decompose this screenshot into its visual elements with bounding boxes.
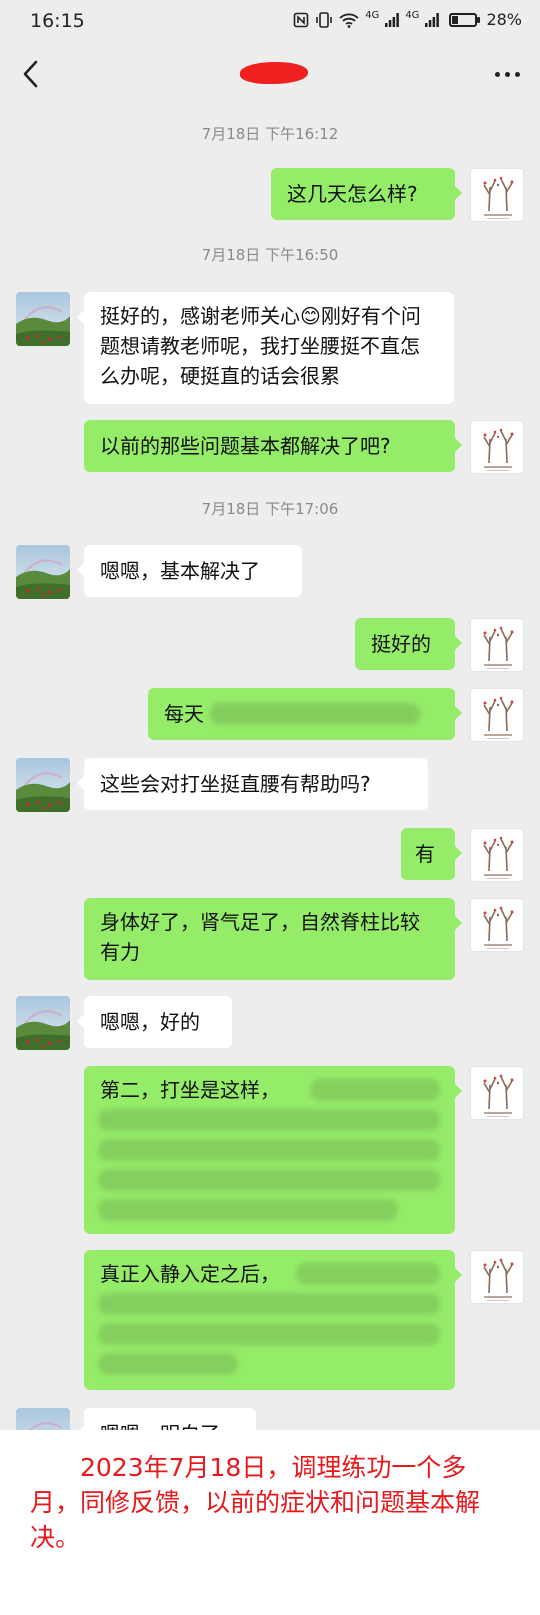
- message-bubble[interactable]: 挺好的: [355, 618, 462, 670]
- message-text: 嗯嗯，好的: [100, 1010, 200, 1034]
- blurred-content: [296, 1263, 440, 1285]
- blurred-content: [98, 1169, 440, 1191]
- avatar-contact[interactable]: [16, 545, 70, 599]
- battery-text: 28%: [486, 10, 522, 29]
- battery-icon: [449, 12, 481, 27]
- avatar-self[interactable]: [470, 1250, 524, 1304]
- chat-header: [0, 44, 540, 104]
- message-text: 每天: [164, 702, 204, 726]
- network-type-1: 4G: [365, 10, 380, 21]
- avatar-contact[interactable]: [16, 996, 70, 1050]
- timestamp: 7月18日 下午17:06: [201, 500, 339, 518]
- message-text: 第二，打坐是这样，: [100, 1078, 280, 1102]
- timestamp: 7月18日 下午16:12: [201, 125, 339, 143]
- avatar-self[interactable]: [470, 618, 524, 672]
- blurred-content: [98, 1293, 440, 1315]
- blurred-content: [310, 1079, 440, 1101]
- signal-icon: [425, 12, 440, 27]
- avatar-contact[interactable]: [16, 758, 70, 812]
- avatar-self[interactable]: [470, 828, 524, 882]
- caption-text: 2023年7月18日，调理练功一个多月，同修反馈，以前的症状和问题基本解决。: [30, 1453, 481, 1552]
- network-type-2: 4G: [405, 10, 420, 21]
- timestamp: 7月18日 下午16:50: [201, 246, 339, 264]
- message-text: 以前的那些问题基本都解决了吧?: [100, 434, 391, 458]
- redaction-mark: [240, 62, 308, 84]
- message-bubble[interactable]: 嗯嗯，基本解决了: [77, 545, 302, 597]
- caption-box: 2023年7月18日，调理练功一个多月，同修反馈，以前的症状和问题基本解决。: [0, 1430, 540, 1615]
- avatar-self[interactable]: [470, 1066, 524, 1120]
- status-time: 16:15: [30, 10, 85, 32]
- status-bar: 16:15 4G 4G 28%: [0, 0, 540, 44]
- ellipsis-icon[interactable]: [495, 72, 520, 77]
- nfc-icon: [293, 12, 309, 27]
- avatar-contact[interactable]: [16, 292, 70, 346]
- blurred-content: [210, 703, 420, 725]
- message-text: 这些会对打坐挺直腰有帮助吗?: [100, 772, 371, 796]
- blurred-content: [98, 1109, 440, 1131]
- message-text: 嗯嗯，基本解决了: [100, 559, 260, 583]
- blurred-content: [98, 1139, 440, 1161]
- status-icons: 4G 4G 28%: [293, 10, 522, 29]
- avatar-self[interactable]: [470, 688, 524, 742]
- message-text: 挺好的: [371, 632, 431, 656]
- chevron-left-icon[interactable]: [18, 58, 44, 90]
- message-bubble[interactable]: 嗯嗯，好的: [77, 996, 232, 1048]
- message-bubble[interactable]: 这些会对打坐挺直腰有帮助吗?: [77, 758, 428, 810]
- blurred-content: [98, 1199, 398, 1221]
- battery-level: [452, 15, 459, 24]
- message-bubble[interactable]: 每天: [148, 688, 462, 740]
- message-bubble[interactable]: 这几天怎么样?: [271, 168, 462, 220]
- message-bubble[interactable]: 身体好了，肾气足了，自然脊柱比较有力: [84, 898, 462, 980]
- message-text: 这几天怎么样?: [287, 182, 418, 206]
- message-text: 挺好的，感谢老师关心😊刚好有个问题想请教老师呢，我打坐腰挺不直怎么办呢，硬挺直的…: [100, 304, 421, 388]
- signal-icon: [385, 12, 400, 27]
- blurred-content: [98, 1353, 238, 1375]
- vibrate-icon: [316, 11, 332, 28]
- blurred-content: [98, 1323, 440, 1345]
- message-text: 真正入静入定之后，: [100, 1262, 280, 1286]
- wifi-icon: [339, 13, 359, 28]
- message-bubble[interactable]: 挺好的，感谢老师关心😊刚好有个问题想请教老师呢，我打坐腰挺不直怎么办呢，硬挺直的…: [77, 292, 454, 404]
- avatar-self[interactable]: [470, 420, 524, 474]
- message-bubble[interactable]: 以前的那些问题基本都解决了吧?: [84, 420, 462, 472]
- message-bubble[interactable]: 有: [401, 828, 462, 880]
- message-text: 有: [415, 842, 435, 866]
- avatar-self[interactable]: [470, 168, 524, 222]
- message-text: 身体好了，肾气足了，自然脊柱比较有力: [100, 910, 420, 964]
- message-bubble[interactable]: 第二，打坐是这样，: [84, 1066, 462, 1234]
- message-bubble[interactable]: 真正入静入定之后，: [84, 1250, 462, 1390]
- avatar-self[interactable]: [470, 898, 524, 952]
